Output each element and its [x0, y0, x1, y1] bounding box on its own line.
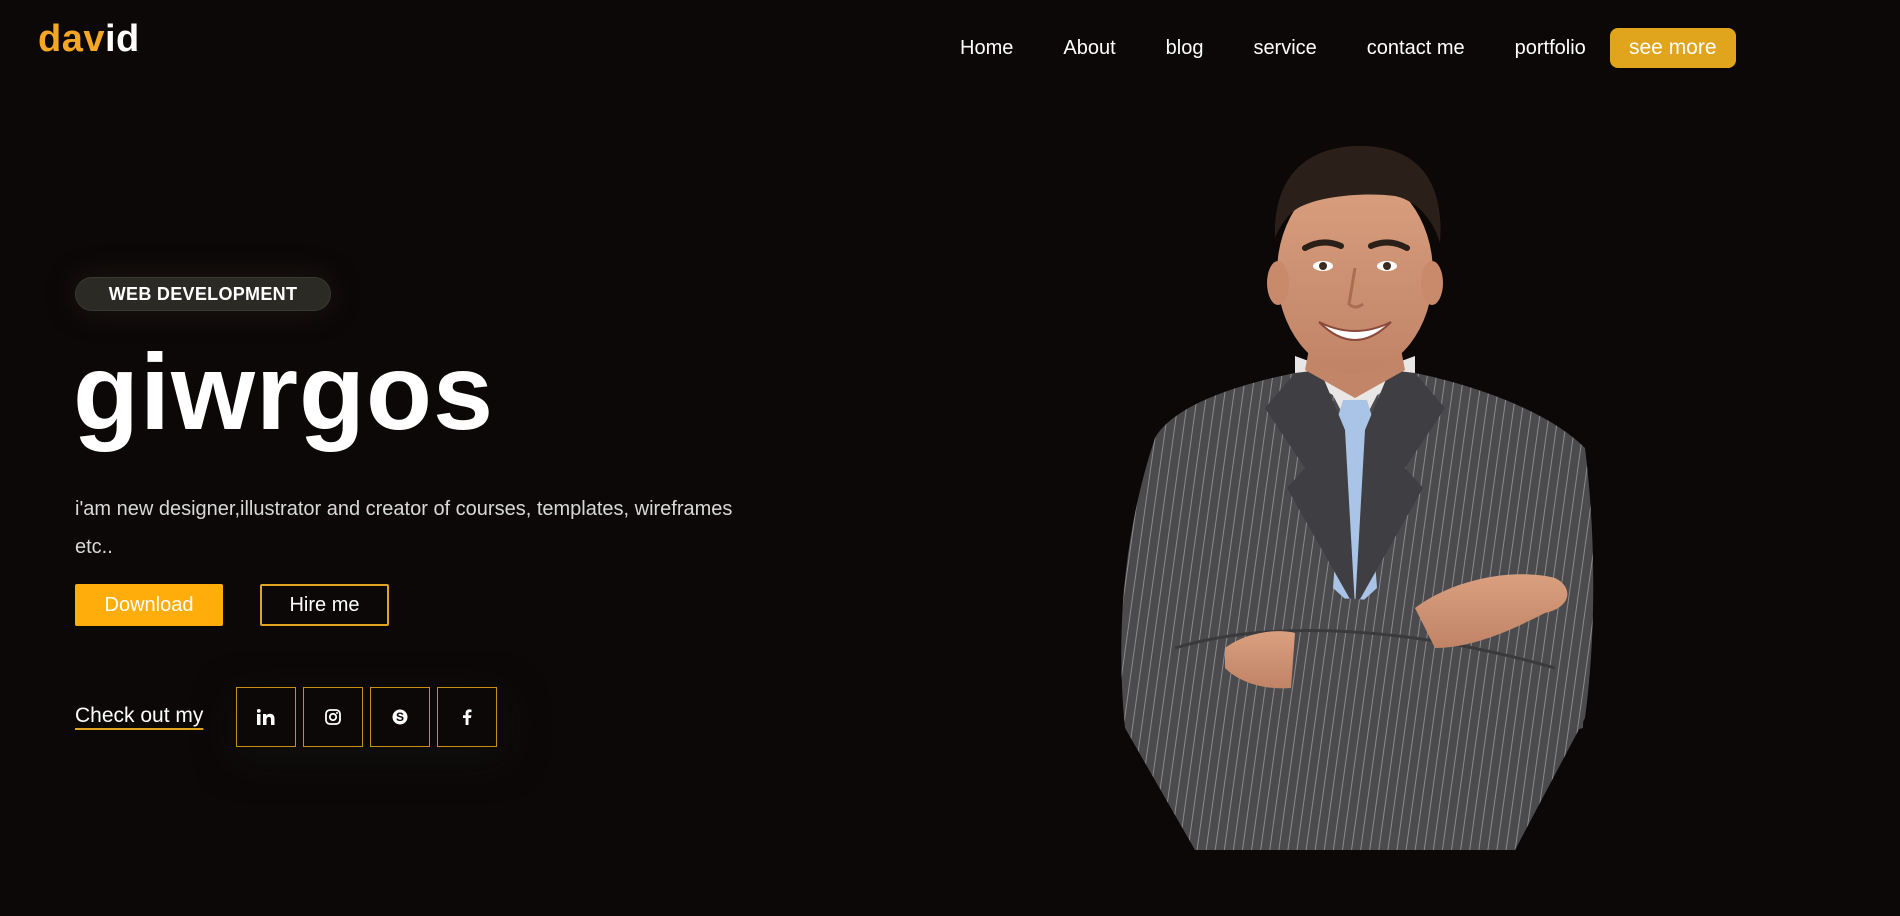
- nav-blog[interactable]: blog: [1166, 28, 1204, 68]
- logo-part-white: id: [104, 18, 140, 60]
- portrait-image: [1115, 108, 1595, 850]
- instagram-link[interactable]: [303, 687, 363, 747]
- category-badge: WEB DEVELOPMENT: [75, 277, 331, 311]
- hire-me-button[interactable]: Hire me: [260, 584, 389, 626]
- instagram-icon: [325, 709, 341, 725]
- nav-about[interactable]: About: [1063, 28, 1115, 68]
- facebook-icon: [462, 709, 472, 725]
- download-button[interactable]: Download: [75, 584, 223, 626]
- page: david Home About blog service contact me…: [0, 0, 1900, 916]
- see-more-button[interactable]: see more: [1609, 28, 1736, 68]
- logo-part-accent: dav: [38, 18, 105, 60]
- skype-link[interactable]: S: [370, 687, 430, 747]
- linkedin-link[interactable]: [236, 687, 296, 747]
- nav-portfolio[interactable]: portfolio: [1515, 28, 1586, 68]
- nav-home[interactable]: Home: [960, 28, 1013, 68]
- hero-title: giwrgos: [73, 331, 495, 452]
- hero-description: i'am new designer,illustrator and creato…: [75, 498, 733, 558]
- social-links: S: [236, 687, 504, 747]
- check-out-label: Check out my: [75, 704, 204, 727]
- skype-icon: S: [392, 709, 408, 725]
- nav-service[interactable]: service: [1253, 28, 1316, 68]
- linkedin-icon: [257, 709, 275, 725]
- svg-text:S: S: [396, 710, 404, 724]
- facebook-link[interactable]: [437, 687, 497, 747]
- nav-contact-me[interactable]: contact me: [1367, 28, 1465, 68]
- logo[interactable]: david: [38, 20, 140, 58]
- main-nav: Home About blog service contact me portf…: [960, 28, 1736, 68]
